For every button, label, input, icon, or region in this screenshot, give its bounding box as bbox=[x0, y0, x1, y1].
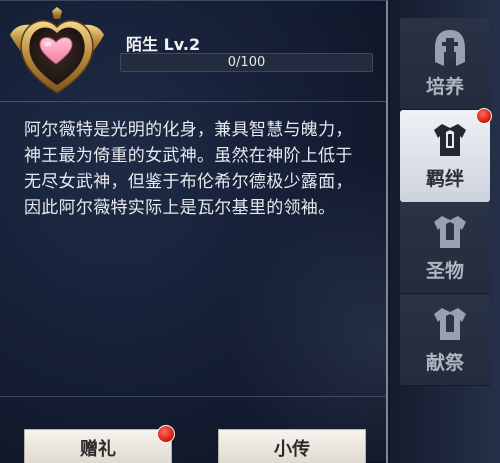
gift-button-label: 赠礼 bbox=[80, 439, 116, 460]
armor-icon bbox=[434, 216, 466, 248]
bond-panel: 陌生 Lv.2 0/100 阿尔薇特是光明的化身，兼具智慧与魄力，神王最为倚重的… bbox=[0, 0, 388, 463]
tab-sacrifice-label: 献祭 bbox=[425, 352, 464, 374]
gift-button[interactable]: 赠礼 bbox=[24, 425, 175, 463]
tab-bond-label: 羁绊 bbox=[425, 168, 464, 190]
tab-sacrifice[interactable]: 献祭 bbox=[400, 294, 490, 386]
sidebar: 培养 羁绊 圣物 献祭 bbox=[390, 0, 500, 463]
bond-progress-text: 0/100 bbox=[227, 55, 266, 70]
tab-relic-label: 圣物 bbox=[425, 260, 464, 282]
armor-icon bbox=[434, 308, 466, 340]
character-description: 阿尔薇特是光明的化身，兼具智慧与魄力，神王最为倚重的女武神。虽然在神阶上低于无尽… bbox=[24, 120, 353, 218]
biography-button[interactable]: 小传 bbox=[218, 429, 366, 463]
armor-icon bbox=[434, 124, 466, 156]
bond-progress-bar: 0/100 bbox=[120, 53, 373, 72]
tab-bond[interactable]: 羁绊 bbox=[400, 108, 492, 202]
heart-icon bbox=[39, 37, 73, 65]
bond-tab-notification-dot bbox=[476, 108, 492, 124]
tab-relic[interactable]: 圣物 bbox=[400, 202, 490, 294]
tab-cultivate[interactable]: 培养 bbox=[400, 18, 490, 110]
gift-notification-dot bbox=[157, 425, 175, 443]
tab-cultivate-label: 培养 bbox=[425, 76, 464, 98]
header-divider bbox=[0, 101, 386, 102]
helmet-icon bbox=[435, 30, 465, 66]
bond-level-title: 陌生 Lv.2 bbox=[126, 35, 201, 54]
footer-divider bbox=[0, 396, 386, 397]
biography-button-label: 小传 bbox=[274, 439, 310, 460]
